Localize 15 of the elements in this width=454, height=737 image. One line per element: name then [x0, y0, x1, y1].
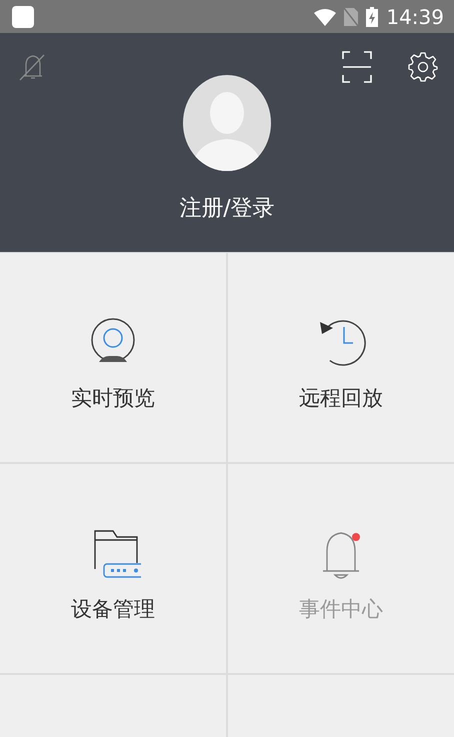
clock-time: 14:39 [386, 4, 444, 28]
menu-tile[interactable]: 实时预览 [0, 253, 226, 462]
app-icon [12, 6, 34, 28]
wifi-icon [314, 8, 336, 26]
menu-tile[interactable]: 设备管理 [0, 464, 226, 673]
tile-label: 事件中心 [299, 596, 383, 623]
tile-label: 设备管理 [71, 596, 155, 623]
tile-label: 实时预览 [71, 385, 155, 412]
menu-tile[interactable]: 远程回放 [228, 253, 454, 462]
no-sim-icon [344, 8, 358, 26]
tile-label: 远程回放 [299, 385, 383, 412]
settings-icon[interactable] [408, 52, 438, 82]
battery-icon [366, 6, 378, 26]
login-link[interactable]: 注册/登录 [179, 193, 275, 223]
scan-icon[interactable] [342, 51, 372, 83]
